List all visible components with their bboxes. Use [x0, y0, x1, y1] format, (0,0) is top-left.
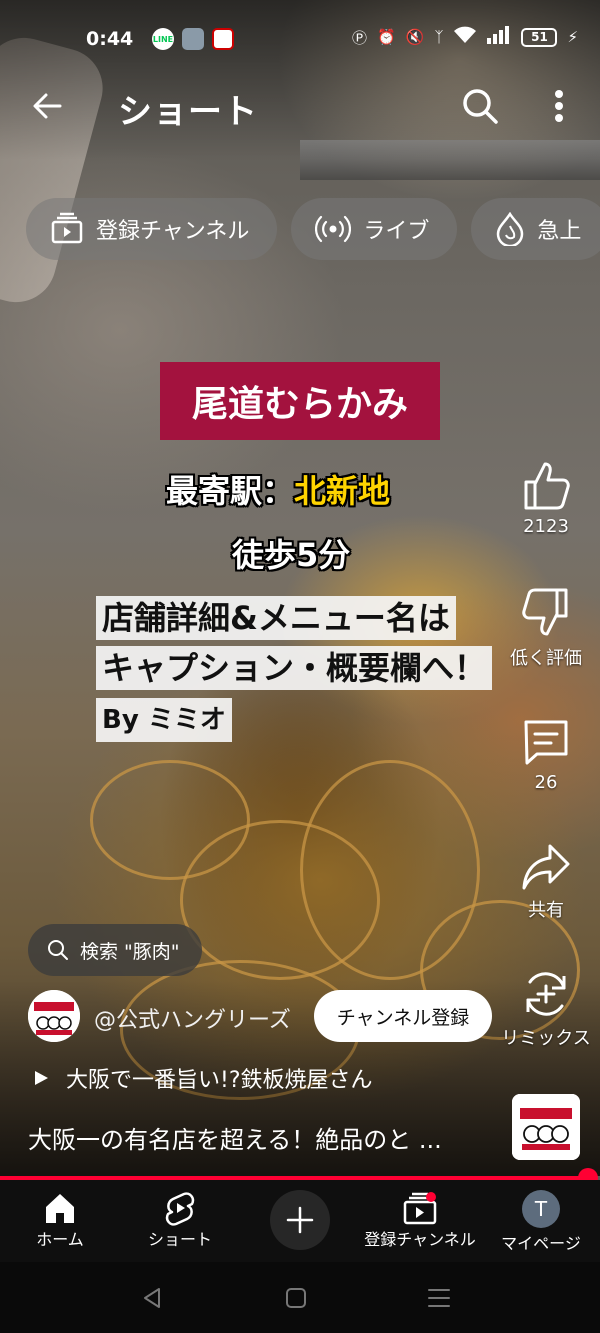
subscribe-button[interactable]: チャンネル登録 — [314, 990, 492, 1042]
shorts-icon — [165, 1192, 195, 1226]
system-menu-icon[interactable] — [426, 1286, 452, 1310]
store-name-caption: 尾道むらかみ — [160, 362, 440, 440]
remix-button[interactable]: リミックス — [498, 968, 594, 1050]
notification-icons: LINE — [152, 28, 234, 50]
wifi-icon — [453, 26, 477, 48]
playlist-title: 大阪で一番旨い!?鉄板焼屋さん — [66, 1068, 373, 1093]
channel-avatar[interactable] — [28, 990, 80, 1042]
search-button[interactable] — [460, 86, 500, 126]
nav-shorts-label: ショート — [147, 1230, 212, 1249]
page-title: ショート — [118, 92, 258, 132]
chip-label: 登録チャンネル — [96, 219, 250, 244]
search-icon — [463, 89, 498, 124]
thumbs-up-icon — [524, 462, 570, 510]
station-caption: 最寄駅：北新地 — [166, 466, 390, 512]
filter-chips: 登録チャンネル ライブ 急上 — [26, 198, 600, 260]
alarm-icon: ⏰ — [377, 28, 396, 46]
nav-shorts[interactable]: ショート — [140, 1190, 220, 1250]
trending-icon — [497, 212, 524, 246]
channel-name[interactable]: @公式ハングリーズ — [94, 1002, 291, 1034]
back-button[interactable] — [28, 86, 68, 126]
app-notification-icon — [212, 28, 234, 50]
subscriptions-icon — [51, 212, 83, 244]
back-arrow-icon — [33, 93, 62, 119]
system-home-icon[interactable] — [284, 1286, 308, 1310]
share-label: 共有 — [528, 900, 564, 921]
chip-live[interactable]: ライブ — [291, 198, 458, 260]
more-options-button[interactable] — [544, 86, 574, 126]
share-icon — [522, 844, 570, 890]
status-bar: 0:44 LINE Ⓟ ⏰ 🔇 ᛉ 51 ⚡ — [0, 22, 600, 58]
nav-subscriptions-label: 登録チャンネル — [364, 1230, 476, 1249]
like-count: 2123 — [523, 516, 569, 537]
app-notification-icon — [182, 28, 204, 50]
thumbs-down-icon — [522, 588, 568, 636]
comments-button[interactable]: 26 — [498, 716, 594, 793]
bluetooth-icon: ᛉ — [434, 28, 444, 46]
station-name: 北新地 — [294, 472, 391, 510]
plus-icon — [286, 1206, 314, 1234]
playlist-link[interactable]: 大阪で一番旨い!?鉄板焼屋さん — [32, 1062, 373, 1094]
nav-home[interactable]: ホーム — [30, 1190, 90, 1250]
comment-icon — [524, 720, 568, 765]
byline-caption: By ミミオ — [96, 698, 232, 742]
chip-label: ライブ — [363, 219, 430, 244]
shorts-header: ショート — [0, 80, 600, 132]
chip-label: 急上 — [537, 219, 582, 244]
search-suggestion-pill[interactable]: 検索 "豚肉" — [28, 924, 202, 976]
search-suggestion-text: 検索 "豚肉" — [80, 940, 180, 963]
dislike-label: 低く評価 — [510, 648, 582, 669]
sound-thumbnail[interactable] — [512, 1094, 580, 1160]
new-content-dot — [426, 1192, 436, 1202]
channel-row: @公式ハングリーズ チャンネル登録 — [28, 990, 498, 1042]
battery-icon: 51 — [521, 27, 558, 47]
station-prefix: 最寄駅： — [166, 472, 295, 510]
nav-mypage[interactable]: T マイページ — [496, 1190, 586, 1254]
live-icon — [315, 215, 352, 243]
bottom-navigation: ホーム ショート 登録チャンネル T マイページ — [0, 1180, 600, 1262]
channel-logo-icon — [28, 990, 80, 1042]
remix-icon — [526, 972, 566, 1016]
channel-logo-icon — [512, 1094, 580, 1160]
share-button[interactable]: 共有 — [498, 842, 594, 922]
info-caption-line1: 店舗詳細&メニュー名は — [96, 596, 456, 640]
comment-count: 26 — [534, 772, 558, 793]
nav-mypage-label: マイページ — [501, 1234, 581, 1253]
walk-caption: 徒歩5分 — [232, 536, 351, 574]
system-back-icon[interactable] — [140, 1286, 164, 1310]
mute-icon: 🔇 — [405, 28, 425, 46]
line-app-icon: LINE — [152, 28, 174, 50]
like-button[interactable]: 2123 — [498, 458, 594, 537]
create-button[interactable] — [270, 1190, 330, 1250]
more-vert-icon — [555, 90, 563, 122]
remix-label: リミックス — [501, 1028, 591, 1049]
system-status-icons: Ⓟ ⏰ 🔇 ᛉ 51 ⚡ — [352, 26, 578, 48]
home-icon — [46, 1194, 74, 1223]
dislike-button[interactable]: 低く評価 — [498, 586, 594, 670]
signal-icon — [487, 26, 511, 48]
user-avatar: T — [522, 1190, 560, 1228]
chip-subscriptions[interactable]: 登録チャンネル — [26, 198, 278, 260]
chip-trending[interactable]: 急上 — [471, 198, 600, 260]
play-icon — [35, 1071, 48, 1085]
nfc-icon: Ⓟ — [352, 28, 368, 47]
nav-subscriptions[interactable]: 登録チャンネル — [358, 1190, 482, 1250]
status-time: 0:44 — [86, 28, 134, 50]
video-description[interactable]: 大阪一の有名店を超える！絶品のと ... — [28, 1120, 498, 1155]
system-navigation-bar — [0, 1262, 600, 1333]
search-icon — [48, 940, 68, 960]
info-caption-line2: キャプション・概要欄へ！ — [96, 646, 493, 690]
nav-home-label: ホーム — [36, 1230, 84, 1249]
charging-icon: ⚡ — [567, 28, 578, 46]
